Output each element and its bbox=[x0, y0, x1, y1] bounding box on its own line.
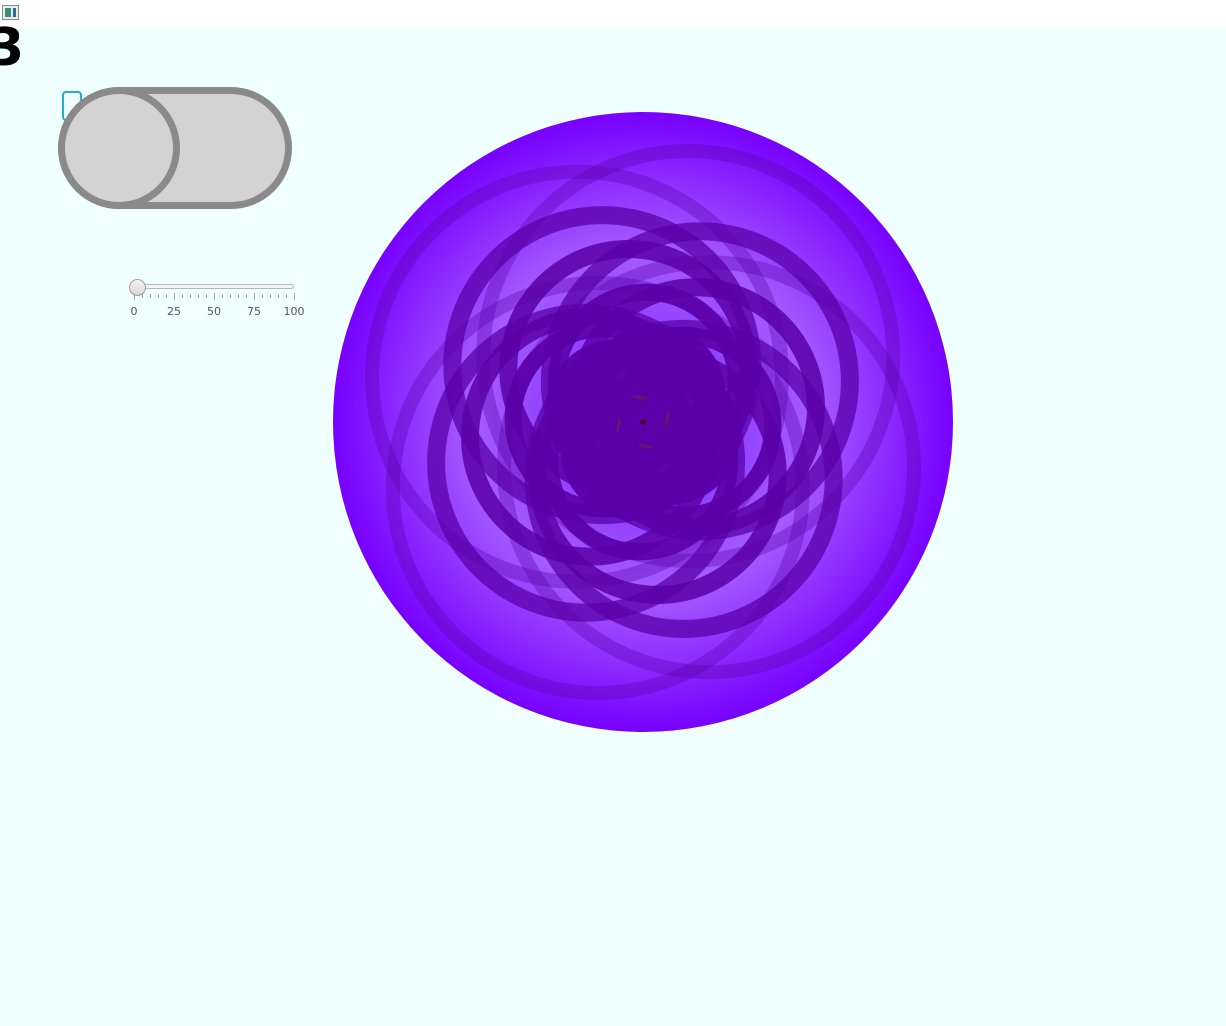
spiral-artwork bbox=[333, 112, 953, 732]
artwork-disc bbox=[333, 112, 953, 732]
